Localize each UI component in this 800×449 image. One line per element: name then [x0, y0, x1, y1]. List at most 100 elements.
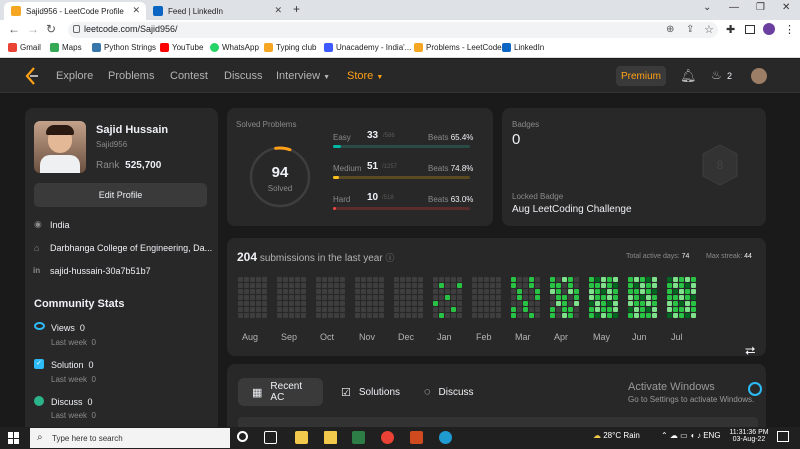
office-icon[interactable] [410, 431, 423, 444]
heatmap-cell[interactable] [295, 307, 300, 312]
bookmark-linkedin[interactable]: LinkedIn [502, 43, 544, 52]
heatmap-cell[interactable] [379, 277, 384, 282]
heatmap-cell[interactable] [301, 313, 306, 318]
heatmap-cell[interactable] [277, 289, 282, 294]
heatmap-cell[interactable] [562, 277, 567, 282]
task-view-icon[interactable] [264, 431, 277, 444]
heatmap-cell[interactable] [529, 307, 534, 312]
heatmap-cell[interactable] [238, 277, 243, 282]
heatmap-cell[interactable] [511, 277, 516, 282]
heatmap-cell[interactable] [667, 277, 672, 282]
heatmap-cell[interactable] [568, 289, 573, 294]
heatmap-cell[interactable] [277, 301, 282, 306]
heatmap-cell[interactable] [601, 283, 606, 288]
heatmap-cell[interactable] [301, 307, 306, 312]
heatmap-cell[interactable] [562, 283, 567, 288]
heatmap-cell[interactable] [295, 313, 300, 318]
heatmap-cell[interactable] [340, 313, 345, 318]
close-tab-icon[interactable]: ✕ [274, 5, 282, 16]
heatmap-cell[interactable] [646, 301, 651, 306]
heatmap-cell[interactable] [367, 313, 372, 318]
heatmap-cell[interactable] [418, 295, 423, 300]
heatmap-cell[interactable] [601, 307, 606, 312]
heatmap-cell[interactable] [433, 307, 438, 312]
heatmap-cell[interactable] [283, 313, 288, 318]
heatmap-cell[interactable] [652, 307, 657, 312]
heatmap-cell[interactable] [277, 307, 282, 312]
heatmap-cell[interactable] [334, 313, 339, 318]
new-tab-icon[interactable]: + [293, 2, 300, 16]
heatmap-cell[interactable] [250, 283, 255, 288]
heatmap-cell[interactable] [394, 283, 399, 288]
heatmap-cell[interactable] [355, 277, 360, 282]
heatmap-cell[interactable] [328, 295, 333, 300]
heatmap-cell[interactable] [334, 295, 339, 300]
heatmap-cell[interactable] [289, 307, 294, 312]
heatmap-cell[interactable] [283, 277, 288, 282]
heatmap-cell[interactable] [457, 295, 462, 300]
heatmap-cell[interactable] [472, 295, 477, 300]
heatmap-cell[interactable] [691, 307, 696, 312]
heatmap-cell[interactable] [472, 283, 477, 288]
heatmap-cell[interactable] [484, 313, 489, 318]
heatmap-cell[interactable] [685, 313, 690, 318]
heatmap-cell[interactable] [472, 301, 477, 306]
heatmap-cell[interactable] [529, 313, 534, 318]
heatmap-cell[interactable] [496, 283, 501, 288]
heatmap-cell[interactable] [406, 301, 411, 306]
heatmap-cell[interactable] [562, 313, 567, 318]
heatmap-cell[interactable] [361, 313, 366, 318]
heatmap-cell[interactable] [451, 277, 456, 282]
heatmap-cell[interactable] [316, 301, 321, 306]
heatmap-cell[interactable] [607, 289, 612, 294]
heatmap-cell[interactable] [562, 295, 567, 300]
heatmap-cell[interactable] [445, 277, 450, 282]
heatmap-cell[interactable] [451, 289, 456, 294]
heatmap-cell[interactable] [517, 295, 522, 300]
tab-search-icon[interactable]: ⌄ [703, 2, 711, 13]
feedback-chat-icon[interactable] [748, 382, 762, 396]
heatmap-cell[interactable] [355, 307, 360, 312]
heatmap-cell[interactable] [238, 301, 243, 306]
heatmap-cell[interactable] [484, 301, 489, 306]
heatmap-cell[interactable] [322, 301, 327, 306]
bookmark-python-strings[interactable]: Python Strings [92, 43, 156, 52]
heatmap-cell[interactable] [283, 295, 288, 300]
heatmap-cell[interactable] [679, 277, 684, 282]
heatmap-cell[interactable] [601, 277, 606, 282]
heatmap-cell[interactable] [535, 289, 540, 294]
heatmap-cell[interactable] [613, 307, 618, 312]
heatmap-cell[interactable] [439, 277, 444, 282]
heatmap-cell[interactable] [484, 307, 489, 312]
heatmap-cell[interactable] [562, 301, 567, 306]
heatmap-cell[interactable] [640, 307, 645, 312]
heatmap-cell[interactable] [607, 277, 612, 282]
tray-icons[interactable]: ⌃ ☁ ▭ ◖ ♪ ENG [661, 431, 721, 440]
heatmap-cell[interactable] [574, 277, 579, 282]
heatmap-cell[interactable] [451, 295, 456, 300]
file-explorer-icon[interactable] [295, 431, 308, 444]
heatmap-cell[interactable] [607, 307, 612, 312]
heatmap-cell[interactable] [262, 277, 267, 282]
heatmap-cell[interactable] [511, 283, 516, 288]
heatmap-cell[interactable] [412, 277, 417, 282]
heatmap-cell[interactable] [418, 313, 423, 318]
heatmap-cell[interactable] [328, 277, 333, 282]
heatmap-cell[interactable] [691, 313, 696, 318]
heatmap-cell[interactable] [256, 283, 261, 288]
heatmap-cell[interactable] [238, 295, 243, 300]
heatmap-cell[interactable] [511, 301, 516, 306]
heatmap-cell[interactable] [250, 289, 255, 294]
heatmap-cell[interactable] [433, 295, 438, 300]
heatmap-cell[interactable] [361, 283, 366, 288]
heatmap-cell[interactable] [673, 283, 678, 288]
heatmap-cell[interactable] [523, 289, 528, 294]
heatmap-cell[interactable] [445, 301, 450, 306]
bookmark-gmail[interactable]: Gmail [8, 43, 41, 52]
extensions-icon[interactable]: ✚ [726, 23, 735, 36]
heatmap-cell[interactable] [628, 313, 633, 318]
heatmap-cell[interactable] [472, 289, 477, 294]
heatmap-cell[interactable] [640, 301, 645, 306]
heatmap-cell[interactable] [646, 289, 651, 294]
heatmap-cell[interactable] [373, 301, 378, 306]
